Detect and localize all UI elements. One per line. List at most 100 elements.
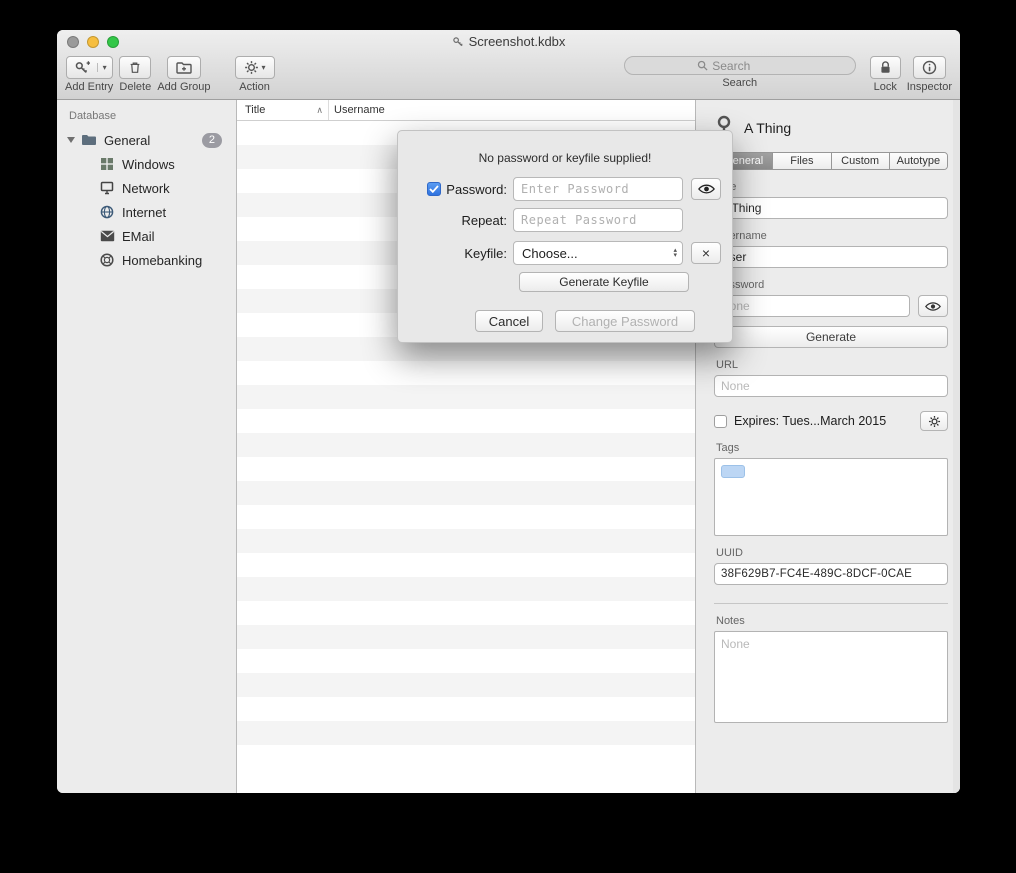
tags-box[interactable] <box>714 458 948 536</box>
search-item: Search <box>624 56 856 89</box>
add-group-item: Add Group <box>157 56 210 93</box>
keyfile-dropdown[interactable]: Choose... ▴▾ <box>513 241 683 265</box>
sidebar-group-label: General <box>104 133 150 148</box>
expires-checkbox[interactable] <box>714 415 727 428</box>
inspector-label: Inspector <box>907 81 952 93</box>
action-button[interactable]: ▾ <box>235 56 275 79</box>
sidebar-item-label: Internet <box>122 205 166 220</box>
keyfile-value: Choose... <box>522 246 578 261</box>
password-field-label: Password <box>716 279 948 291</box>
title-field-label: Title <box>716 181 948 193</box>
uuid-field[interactable] <box>714 563 948 585</box>
window-chrome: Screenshot.kdbx ▾ Add Entry <box>57 30 960 100</box>
url-field-label: URL <box>716 359 948 371</box>
sidebar-item-windows[interactable]: Windows <box>57 152 236 176</box>
monitor-icon <box>99 180 115 196</box>
change-password-button[interactable]: Change Password <box>555 310 695 332</box>
sidebar-item-label: Network <box>122 181 170 196</box>
chevron-down-icon: ▾ <box>262 63 266 72</box>
username-field-label: Username <box>716 230 948 242</box>
expires-label: Expires: Tues...March 2015 <box>734 414 886 428</box>
add-entry-button[interactable]: ▾ <box>66 56 113 79</box>
username-field[interactable] <box>714 246 948 268</box>
title-field[interactable] <box>714 197 948 219</box>
password-checkbox[interactable] <box>427 182 441 196</box>
lock-icon <box>879 60 892 75</box>
info-icon <box>922 60 937 75</box>
tab-custom[interactable]: Custom <box>832 153 890 169</box>
envelope-icon <box>99 228 115 244</box>
inspector-scrollbar[interactable] <box>953 100 960 793</box>
add-entry-dropdown[interactable]: ▾ <box>97 63 112 72</box>
column-header-username[interactable]: Username <box>329 104 385 116</box>
entry-title: A Thing <box>744 120 791 136</box>
action-label: Action <box>239 81 270 93</box>
dialog-repeat-label: Repeat: <box>461 213 507 228</box>
titlebar[interactable]: Screenshot.kdbx <box>57 30 960 54</box>
tag-chip[interactable] <box>721 465 745 478</box>
inspector-item: Inspector <box>907 56 952 93</box>
coin-icon <box>99 252 115 268</box>
sidebar: Database General 2 Windows <box>57 100 237 793</box>
add-group-button[interactable] <box>167 56 201 79</box>
notes-field[interactable] <box>714 631 948 723</box>
disclosure-triangle-icon[interactable] <box>67 137 75 143</box>
lock-item: Lock <box>870 56 901 93</box>
dialog-repeat-input[interactable] <box>513 208 683 232</box>
dialog-password-input[interactable] <box>513 177 683 201</box>
delete-button[interactable] <box>119 56 151 79</box>
inspector-button[interactable] <box>913 56 946 79</box>
sort-ascending-icon: ∧ <box>316 105 323 116</box>
search-input[interactable] <box>712 59 782 73</box>
sidebar-item-email[interactable]: EMail <box>57 224 236 248</box>
sidebar-group-general[interactable]: General 2 <box>57 128 236 152</box>
sidebar-item-network[interactable]: Network <box>57 176 236 200</box>
dialog-password-label: Password: <box>446 182 507 197</box>
folder-icon <box>81 132 97 148</box>
dialog-keyfile-label: Keyfile: <box>464 246 507 261</box>
generate-keyfile-button[interactable]: Generate Keyfile <box>519 272 689 292</box>
close-x-icon: × <box>702 245 710 261</box>
change-password-dialog: No password or keyfile supplied! Passwor… <box>397 130 733 343</box>
action-item: ▾ Action <box>235 56 275 93</box>
password-field[interactable] <box>714 295 910 317</box>
add-entry-label: Add Entry <box>65 81 113 93</box>
sidebar-item-homebanking[interactable]: Homebanking <box>57 248 236 272</box>
search-field[interactable] <box>624 56 856 75</box>
stepper-arrows-icon: ▴▾ <box>673 248 677 258</box>
cancel-button[interactable]: Cancel <box>475 310 543 332</box>
clear-keyfile-button[interactable]: × <box>691 242 721 264</box>
search-label: Search <box>722 77 757 89</box>
column-header-title[interactable]: Title ∧ <box>237 100 329 120</box>
tab-files[interactable]: Files <box>773 153 831 169</box>
window-title: Screenshot.kdbx <box>469 34 566 49</box>
uuid-label: UUID <box>716 547 948 559</box>
entry-count-badge: 2 <box>202 133 222 148</box>
generate-password-button[interactable]: Generate <box>714 326 948 348</box>
expires-settings-button[interactable] <box>920 411 948 431</box>
tab-autotype[interactable]: Autotype <box>890 153 947 169</box>
table-header: Title ∧ Username <box>237 100 695 121</box>
inspector-tabs: General Files Custom Autotype <box>714 152 948 170</box>
dialog-reveal-button[interactable] <box>691 178 721 200</box>
eye-icon <box>925 301 941 312</box>
lock-button[interactable] <box>870 56 901 79</box>
trash-icon <box>128 60 142 75</box>
search-icon <box>697 60 708 71</box>
add-entry-item: ▾ Add Entry <box>65 56 113 93</box>
delete-item: Delete <box>119 56 151 93</box>
gear-icon <box>928 415 941 428</box>
notes-label: Notes <box>716 615 948 627</box>
reveal-password-button[interactable] <box>918 295 948 317</box>
add-group-label: Add Group <box>157 81 210 93</box>
lock-label: Lock <box>874 81 897 93</box>
folder-plus-icon <box>176 61 192 75</box>
check-icon <box>429 185 439 193</box>
toolbar: ▾ Add Entry Delete <box>57 54 960 99</box>
dialog-message: No password or keyfile supplied! <box>405 151 725 165</box>
eye-icon <box>698 183 715 195</box>
url-field[interactable] <box>714 375 948 397</box>
sidebar-item-internet[interactable]: Internet <box>57 200 236 224</box>
delete-label: Delete <box>119 81 151 93</box>
sidebar-item-label: EMail <box>122 229 155 244</box>
